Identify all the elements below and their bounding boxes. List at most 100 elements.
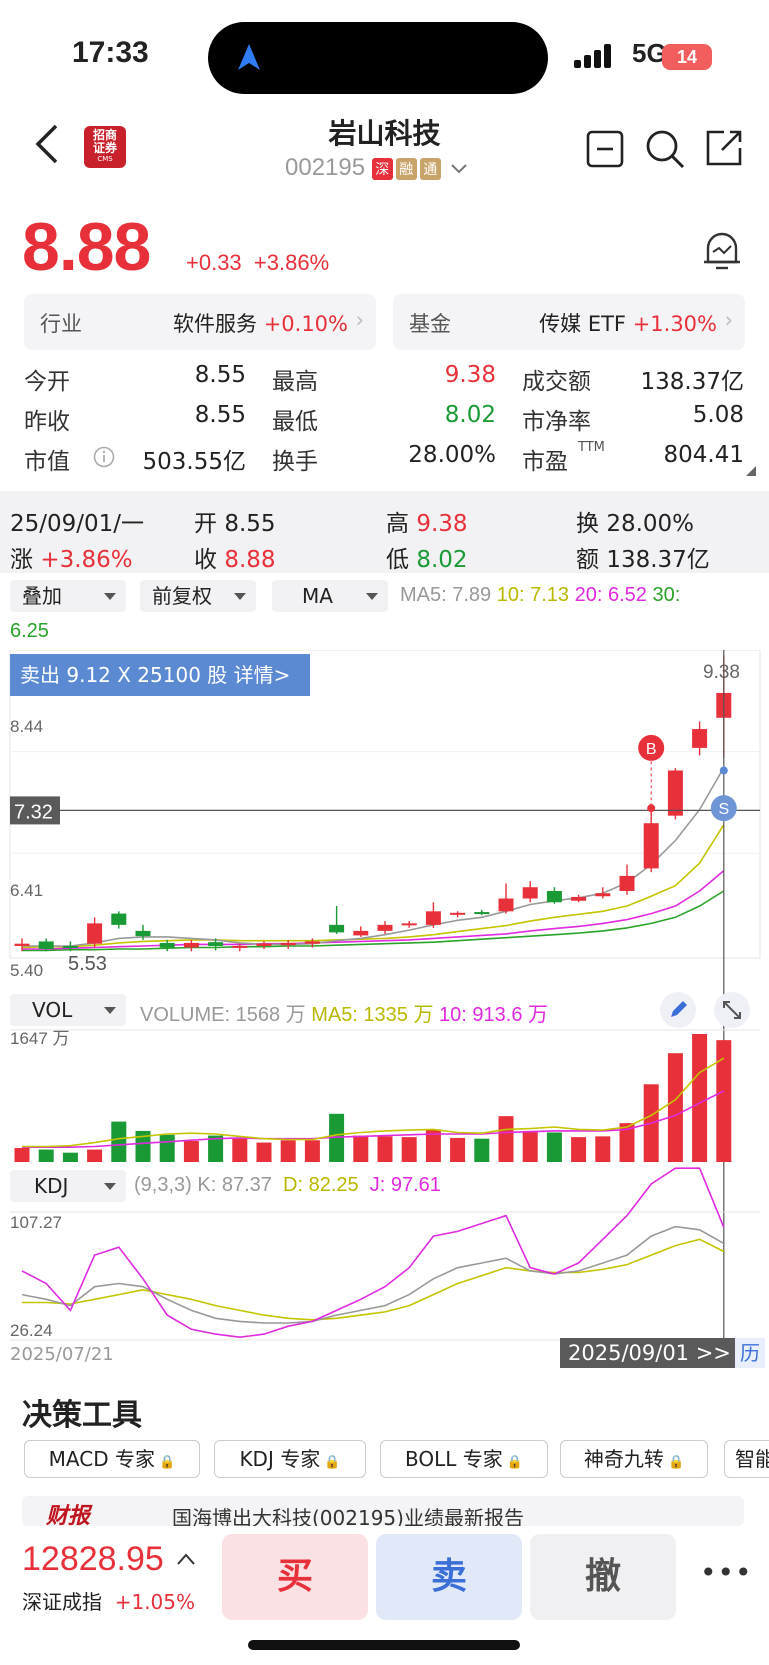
overlay-dropdown[interactable]: 叠加 bbox=[10, 580, 126, 612]
candle-body bbox=[135, 930, 151, 937]
tool-chip[interactable]: BOLL 专家 🔒 bbox=[380, 1440, 548, 1478]
index-name-row: 深证成指 +1.05% bbox=[22, 1590, 196, 1614]
stat-value: 9.38 bbox=[444, 362, 496, 388]
y-tick-label: 8.44 bbox=[10, 717, 43, 736]
candle-body bbox=[329, 924, 345, 933]
bar-close: 收 8.88 bbox=[194, 547, 276, 573]
buy-point-dot bbox=[647, 804, 656, 813]
stat-label: 最低 bbox=[272, 409, 318, 435]
ma30-value: 6.25 bbox=[10, 620, 49, 642]
navigation-arrow-icon bbox=[238, 44, 260, 70]
candle-body bbox=[401, 923, 417, 926]
volume-bar bbox=[14, 1148, 30, 1162]
candle-body bbox=[14, 943, 30, 946]
buy-marker-label: B bbox=[646, 741, 657, 758]
tool-chip[interactable]: 智能 bbox=[724, 1440, 769, 1478]
candle-body bbox=[353, 930, 369, 936]
high-price-label: 9.38 bbox=[703, 662, 740, 683]
edit-button[interactable] bbox=[660, 992, 696, 1028]
kdj-legend: (9,3,3) K: 87.37 D: 82.25 J: 97.61 bbox=[134, 1174, 441, 1196]
fullscreen-button[interactable] bbox=[714, 992, 750, 1028]
kdj-dropdown[interactable]: KDJ bbox=[10, 1170, 126, 1202]
stat-value: 138.37亿 bbox=[640, 369, 744, 395]
minus-square-icon[interactable] bbox=[586, 130, 624, 168]
cursor-price-label: 7.32 bbox=[14, 801, 53, 823]
trade-note-banner[interactable]: 卖出 9.12 X 25100 股 详情> bbox=[10, 654, 310, 696]
fund-box[interactable]: 基金 传媒 ETF +1.30% › bbox=[393, 294, 745, 350]
chevron-right-icon: › bbox=[355, 308, 364, 332]
ma5-line bbox=[22, 767, 725, 947]
stat-value: 8.02 bbox=[444, 402, 496, 428]
dropdown-triangle-icon bbox=[104, 1183, 116, 1190]
volume-bar bbox=[546, 1132, 562, 1162]
ma-legend: MA5: 7.89 10: 7.13 20: 6.52 30: bbox=[400, 584, 681, 606]
news-row[interactable]: 财报 国海博出大科技(002195)业绩最新报告 bbox=[22, 1496, 744, 1526]
stat-label: 昨收 bbox=[24, 409, 70, 435]
tag-tong: 通 bbox=[419, 157, 441, 180]
vol-axis-label: 1647 万 bbox=[10, 1029, 70, 1048]
vol-dropdown[interactable]: VOL bbox=[10, 994, 126, 1026]
date-start: 2025/07/21 bbox=[10, 1344, 114, 1365]
industry-box[interactable]: 行业 软件服务 +0.10% › bbox=[24, 294, 376, 350]
candle-body bbox=[232, 945, 248, 948]
adjust-dropdown[interactable]: 前复权 bbox=[140, 580, 256, 612]
candle-body bbox=[111, 913, 127, 925]
candle-body bbox=[667, 770, 683, 816]
alert-bell-icon[interactable] bbox=[702, 228, 742, 272]
candle-body bbox=[643, 823, 659, 869]
share-icon[interactable] bbox=[704, 128, 744, 168]
tool-chip-label: MACD 专家 bbox=[48, 1447, 155, 1471]
vol-legend: VOLUME: 1568 万 MA5: 1335 万 10: 913.6 万 bbox=[140, 1004, 549, 1026]
stat-value: 503.55亿 bbox=[142, 449, 246, 475]
bar-low: 低 8.02 bbox=[386, 547, 468, 573]
volume-bar bbox=[256, 1142, 272, 1162]
y-tick-label: 6.41 bbox=[10, 881, 43, 900]
tool-chip[interactable]: 神奇九转 🔒 bbox=[560, 1440, 708, 1478]
cancel-order-button[interactable]: 撤 bbox=[530, 1534, 676, 1620]
volume-bar bbox=[692, 1034, 708, 1162]
kdj-k-line bbox=[21, 1225, 725, 1324]
bar-open: 开 8.55 bbox=[194, 511, 276, 537]
tool-chip-label: KDJ 专家 bbox=[239, 1447, 321, 1471]
candle-body bbox=[474, 912, 490, 915]
fund-label: 基金 bbox=[409, 312, 451, 336]
candle-body bbox=[498, 898, 514, 912]
tool-chip-label: 神奇九转 bbox=[583, 1447, 664, 1471]
lock-icon: 🔒 bbox=[663, 1455, 685, 1470]
buy-button[interactable]: 买 bbox=[222, 1534, 368, 1620]
bar-high: 高 9.38 bbox=[386, 511, 468, 537]
tool-chip[interactable]: KDJ 专家 🔒 bbox=[214, 1440, 366, 1478]
info-icon[interactable] bbox=[93, 446, 115, 468]
stat-value: 8.55 bbox=[194, 362, 246, 388]
candle-body bbox=[377, 924, 393, 931]
index-value[interactable]: 12828.95 bbox=[22, 1540, 164, 1579]
volume-bar bbox=[595, 1136, 611, 1162]
more-icon[interactable]: ••• bbox=[700, 1556, 753, 1589]
volume-bar bbox=[232, 1138, 248, 1162]
lock-icon: 🔒 bbox=[154, 1455, 176, 1470]
history-button[interactable]: 历 bbox=[735, 1338, 765, 1368]
kdj-bottom-label: 26.24 bbox=[10, 1321, 53, 1340]
ma-dropdown[interactable]: MA bbox=[272, 580, 388, 612]
stat-value: 8.55 bbox=[194, 402, 246, 428]
date-cursor-label: 2025/09/01 >> bbox=[560, 1338, 739, 1368]
candle-body bbox=[425, 911, 441, 925]
search-icon[interactable] bbox=[644, 128, 686, 170]
stock-code-row[interactable]: 002195 深融通 bbox=[285, 154, 468, 182]
candle-body bbox=[208, 942, 224, 946]
candle-body bbox=[159, 942, 175, 948]
status-time: 17:33 bbox=[72, 36, 149, 69]
tool-chip[interactable]: MACD 专家 🔒 bbox=[24, 1440, 200, 1478]
candle-body bbox=[38, 941, 54, 949]
chevron-up-icon[interactable] bbox=[176, 1552, 196, 1566]
candle-body bbox=[619, 875, 635, 891]
current-price: 8.88 bbox=[22, 209, 151, 285]
dropdown-triangle-icon bbox=[234, 593, 246, 600]
fund-value: 传媒 ETF +1.30% bbox=[539, 312, 717, 336]
expand-corner-icon[interactable] bbox=[746, 466, 756, 476]
tool-chip-label: 智能 bbox=[735, 1447, 769, 1471]
volume-bar bbox=[353, 1135, 369, 1162]
candle-body bbox=[280, 942, 296, 946]
sell-button[interactable]: 卖 bbox=[376, 1534, 522, 1620]
candle-body bbox=[87, 923, 103, 944]
